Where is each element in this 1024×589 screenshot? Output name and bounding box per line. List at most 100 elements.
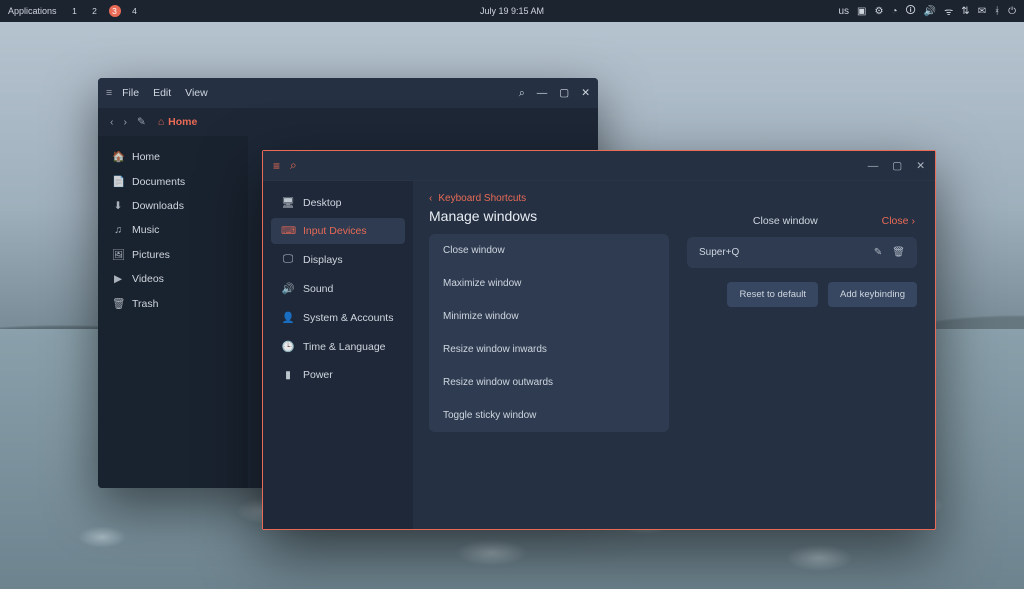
sidebar-item-label: Downloads [132, 200, 184, 212]
sidebar-item-label: Desktop [303, 197, 342, 209]
sidebar-item-label: Input Devices [303, 225, 367, 237]
volume-icon[interactable]: 🔊 [924, 6, 936, 17]
close-icon[interactable]: ✕ [916, 160, 925, 172]
keybinding-value: Super+Q [699, 247, 739, 258]
chevron-left-icon: ‹ [429, 193, 432, 204]
sidebar-item-label: Sound [303, 283, 333, 295]
minimize-icon[interactable]: — [868, 160, 879, 172]
settings-window: ≡ ⌕ — ▢ ✕ 🖥 Desktop ⌨ Input Devices 🖵 Displ… [262, 150, 936, 530]
power-icon[interactable]: ⏻ [1008, 6, 1016, 17]
search-icon[interactable]: ⌕ [519, 87, 525, 100]
sidebar-item-pictures[interactable]: 🖼 Pictures [98, 242, 248, 267]
sound-icon: 🔊 [281, 282, 295, 295]
fm-menu-edit[interactable]: Edit [153, 87, 171, 99]
shortcut-resize-inwards[interactable]: Resize window inwards [429, 333, 669, 366]
sidebar-item-displays[interactable]: 🖵 Displays [271, 246, 405, 273]
reset-to-default-button[interactable]: Reset to default [727, 282, 818, 307]
edit-icon[interactable]: ✎ [874, 247, 882, 258]
breadcrumb-label: Home [168, 116, 197, 128]
breadcrumb-home[interactable]: ⌂ Home [158, 116, 198, 128]
settings-titlebar[interactable]: ≡ ⌕ — ▢ ✕ [263, 151, 935, 181]
nav-back-icon[interactable]: ‹ [110, 116, 114, 128]
workspace-1[interactable]: 1 [69, 5, 81, 17]
trash-icon: 🗑 [112, 297, 124, 310]
trash-icon[interactable]: 🗑 [892, 247, 905, 258]
sidebar-item-trash[interactable]: 🗑 Trash [98, 291, 248, 316]
desktop-icon: 🖥 [281, 196, 295, 209]
sidebar-item-power[interactable]: ▮ Power [271, 362, 405, 388]
sidebar-item-music[interactable]: ♫Music [98, 218, 248, 242]
sidebar-item-downloads[interactable]: ⬇Downloads [98, 194, 248, 218]
breadcrumb-back[interactable]: ‹ Keyboard Shortcuts [429, 193, 669, 204]
power-icon: ▮ [281, 369, 295, 381]
workspace-switcher: 1 2 3 4 [69, 5, 141, 17]
sidebar-item-input-devices[interactable]: ⌨ Input Devices [271, 218, 405, 244]
sidebar-item-label: System & Accounts [303, 312, 393, 324]
workspace-3[interactable]: 3 [109, 5, 121, 17]
panel-clock[interactable]: July 19 9:15 AM [480, 6, 544, 16]
sidebar-item-label: Power [303, 369, 333, 381]
minimize-icon[interactable]: — [537, 87, 548, 100]
fm-menu-view[interactable]: View [185, 87, 208, 99]
add-keybinding-button[interactable]: Add keybinding [828, 282, 917, 307]
sidebar-item-system-accounts[interactable]: 👤 System & Accounts [271, 304, 405, 331]
sidebar-item-desktop[interactable]: 🖥 Desktop [271, 189, 405, 216]
clock-icon: 🕒 [281, 340, 295, 353]
chevron-right-icon: › [911, 215, 915, 227]
sidebar-item-label: Videos [132, 273, 164, 285]
close-icon[interactable]: ✕ [581, 87, 590, 100]
page-title: Manage windows [429, 208, 669, 224]
keyboard-layout-indicator[interactable]: us [838, 6, 849, 17]
shortcut-close-window[interactable]: Close window [429, 234, 669, 267]
keyboard-icon: ⌨ [281, 225, 295, 237]
network-icon[interactable]: ⇅ [961, 6, 969, 17]
bluetooth-icon[interactable]: ᚼ [994, 6, 1000, 17]
fm-menu-file[interactable]: File [122, 87, 139, 99]
detail-heading: Close window [753, 215, 818, 227]
maximize-icon[interactable]: ▢ [559, 87, 569, 100]
pictures-icon: 🖼 [112, 248, 124, 261]
sidebar-item-label: Time & Language [303, 341, 386, 353]
sidebar-item-label: Documents [132, 176, 185, 188]
sidebar-item-label: Music [132, 224, 159, 236]
sidebar-item-documents[interactable]: 📄 Documents [98, 169, 248, 194]
applications-menu[interactable]: Applications [8, 6, 57, 16]
sidebar-item-label: Displays [303, 254, 343, 266]
settings-sidebar: 🖥 Desktop ⌨ Input Devices 🖵 Displays 🔊 Sound… [263, 181, 413, 529]
lock-icon[interactable]: 🛈 [906, 3, 916, 20]
shortcut-resize-outwards[interactable]: Resize window outwards [429, 366, 669, 399]
keybinding-row[interactable]: Super+Q ✎ 🗑 [687, 237, 917, 268]
fm-menu-icon[interactable]: ≡ [106, 87, 112, 99]
sidebar-item-sound[interactable]: 🔊 Sound [271, 275, 405, 302]
fm-titlebar[interactable]: ≡ File Edit View ⌕ — ▢ ✕ [98, 78, 598, 108]
hamburger-icon[interactable]: ≡ [273, 159, 280, 173]
shortcut-toggle-sticky[interactable]: Toggle sticky window [429, 399, 669, 432]
clock-tray-icon[interactable]: ◔ [891, 6, 897, 17]
display-icon: 🖵 [281, 253, 295, 266]
wifi-icon[interactable]: ᯤ [944, 4, 953, 18]
shortcut-minimize-window[interactable]: Minimize window [429, 300, 669, 333]
sidebar-item-label: Pictures [132, 249, 170, 261]
shortcut-maximize-window[interactable]: Maximize window [429, 267, 669, 300]
shortcut-list: Close window Maximize window Minimize wi… [429, 234, 669, 432]
settings-gear-icon[interactable]: ⚙ [874, 6, 883, 17]
sidebar-item-time-language[interactable]: 🕒 Time & Language [271, 333, 405, 360]
search-icon[interactable]: ⌕ [290, 158, 297, 173]
chat-icon[interactable]: ✉ [978, 6, 986, 17]
sidebar-item-videos[interactable]: ▶Videos [98, 267, 248, 291]
documents-icon: 📄 [112, 175, 124, 188]
workspace-2[interactable]: 2 [89, 5, 101, 17]
sidebar-item-home[interactable]: 🏠Home [98, 144, 248, 169]
fm-toolbar: ‹ › ✎ ⌂ Home [98, 108, 598, 136]
edit-path-icon[interactable]: ✎ [137, 116, 146, 128]
fm-sidebar: 🏠Home 📄 Documents ⬇Downloads ♫Music 🖼 Pict… [98, 136, 248, 488]
maximize-icon[interactable]: ▢ [892, 160, 902, 172]
workspace-4[interactable]: 4 [129, 5, 141, 17]
detail-close-button[interactable]: Close › [882, 215, 915, 227]
home-icon: 🏠 [112, 150, 124, 163]
nav-forward-icon[interactable]: › [124, 116, 128, 128]
user-icon: 👤 [281, 311, 295, 324]
display-icon[interactable]: ▣ [857, 6, 866, 17]
close-label: Close [882, 215, 909, 227]
sidebar-item-label: Trash [132, 298, 158, 310]
